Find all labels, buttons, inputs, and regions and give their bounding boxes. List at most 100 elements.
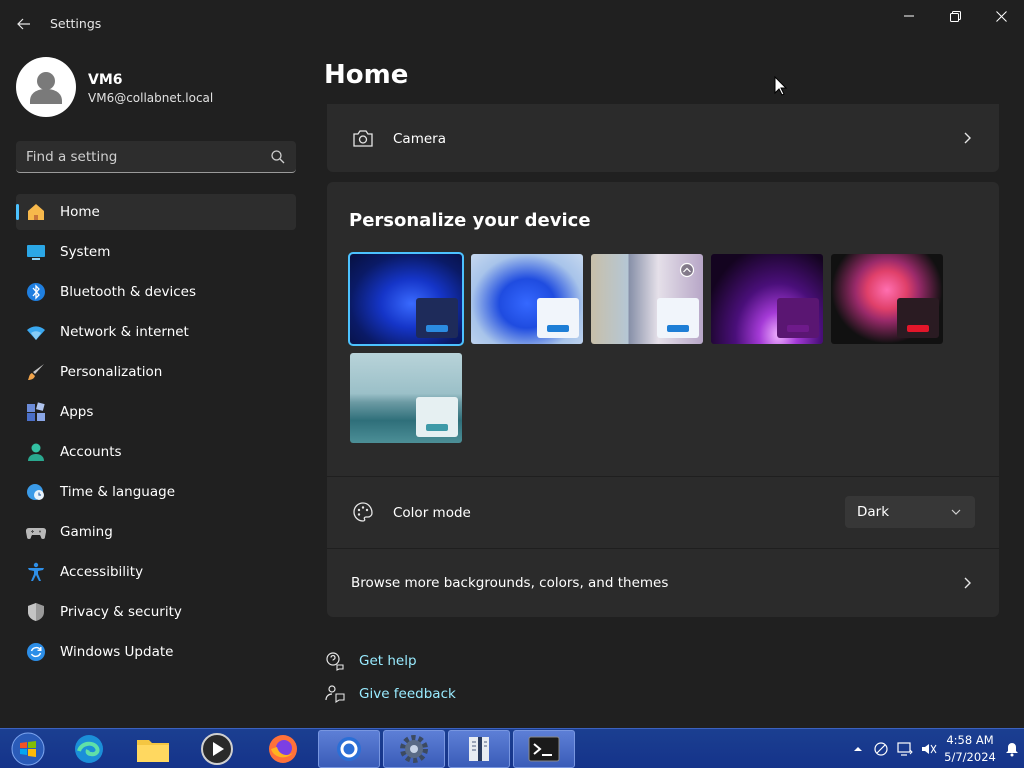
taskbar-document-app[interactable]: [448, 730, 510, 768]
search-icon[interactable]: [270, 149, 286, 165]
taskbar-media-player[interactable]: [186, 730, 248, 768]
get-help-link[interactable]: Get help: [359, 653, 417, 669]
volume-muted-icon[interactable]: [921, 741, 937, 757]
color-mode-label: Color mode: [393, 505, 471, 521]
sidebar-item-accessibility[interactable]: Accessibility: [16, 554, 296, 590]
help-icon: [326, 652, 344, 671]
windows-orb-icon: [11, 732, 45, 766]
theme-thumbnail-captured-motion[interactable]: [831, 254, 943, 344]
sidebar-item-apps[interactable]: Apps: [16, 394, 296, 430]
firefox-icon: [269, 735, 297, 763]
color-mode-dropdown[interactable]: Dark: [845, 496, 975, 528]
theme-window-preview: [897, 298, 939, 338]
taskbar-app-blue[interactable]: [318, 730, 380, 768]
clock-date[interactable]: 5/7/2024: [940, 750, 1000, 764]
notification-bell-icon[interactable]: [1004, 741, 1020, 757]
camera-label: Camera: [393, 131, 446, 147]
sidebar-item-windows-update[interactable]: Windows Update: [16, 634, 296, 670]
sidebar-item-label: Gaming: [60, 524, 113, 540]
sidebar-item-personalization[interactable]: Personalization: [16, 354, 296, 390]
give-feedback-link[interactable]: Give feedback: [359, 686, 456, 702]
page-title: Home: [324, 60, 409, 90]
search-box[interactable]: [16, 141, 296, 173]
update-icon: [27, 643, 45, 661]
spotlight-icon: [679, 262, 695, 278]
restore-icon: [949, 10, 961, 22]
taskbar-settings[interactable]: [383, 730, 445, 768]
close-button[interactable]: [978, 0, 1024, 32]
taskbar: [0, 728, 1024, 768]
back-button[interactable]: [10, 10, 38, 38]
search-input[interactable]: [26, 147, 266, 167]
sidebar-item-home[interactable]: Home: [16, 194, 296, 230]
sidebar-item-label: Home: [60, 204, 100, 220]
theme-window-preview: [537, 298, 579, 338]
close-icon: [995, 10, 1007, 22]
personalize-card: Personalize your device Color mode Dark …: [327, 182, 999, 617]
system-icon: [27, 245, 45, 260]
app-ring-icon: [337, 737, 361, 761]
taskbar-terminal[interactable]: [513, 730, 575, 768]
chevron-right-icon: [964, 132, 971, 144]
sidebar-item-gaming[interactable]: Gaming: [16, 514, 296, 550]
mouse-cursor-icon: [774, 76, 788, 96]
browse-themes-label: Browse more backgrounds, colors, and the…: [351, 575, 669, 591]
globe-clock-icon: [27, 484, 44, 500]
display-icon[interactable]: [897, 741, 913, 757]
sidebar-nav: Home System Bluetooth & devices Network …: [16, 194, 296, 674]
sidebar-item-time-language[interactable]: Time & language: [16, 474, 296, 510]
taskbar-edge[interactable]: [58, 730, 120, 768]
theme-thumbnail-bloom-dark[interactable]: [348, 252, 464, 346]
theme-accent-bar: [667, 325, 689, 332]
taskbar-firefox[interactable]: [252, 730, 314, 768]
theme-accent-bar: [426, 325, 448, 332]
sidebar-item-label: Personalization: [60, 364, 163, 380]
camera-row[interactable]: Camera: [327, 104, 999, 172]
sidebar-item-label: Bluetooth & devices: [60, 284, 197, 300]
minimize-icon: [904, 15, 914, 17]
theme-thumbnail-glow[interactable]: [711, 254, 823, 344]
theme-window-preview: [416, 397, 458, 437]
gear-icon: [400, 735, 428, 763]
start-button[interactable]: [0, 730, 56, 768]
chevron-down-icon: [951, 509, 961, 515]
network-status-icon[interactable]: [873, 741, 889, 757]
sidebar-item-network[interactable]: Network & internet: [16, 314, 296, 350]
sidebar-item-privacy[interactable]: Privacy & security: [16, 594, 296, 630]
taskbar-file-explorer[interactable]: [122, 730, 184, 768]
theme-accent-bar: [547, 325, 569, 332]
accessibility-icon: [28, 562, 44, 581]
theme-accent-bar: [787, 325, 809, 332]
feedback-icon: [325, 685, 345, 704]
user-name: VM6: [88, 72, 123, 88]
shield-icon: [28, 603, 44, 621]
sidebar-item-accounts[interactable]: Accounts: [16, 434, 296, 470]
accounts-icon: [28, 443, 44, 461]
theme-window-preview: [777, 298, 819, 338]
apps-icon: [27, 402, 45, 421]
sidebar-item-label: Accounts: [60, 444, 122, 460]
gamepad-icon: [26, 527, 46, 539]
avatar[interactable]: [16, 57, 76, 117]
theme-thumbnail-spotlight[interactable]: [591, 254, 703, 344]
sidebar-item-bluetooth[interactable]: Bluetooth & devices: [16, 274, 296, 310]
brush-icon: [28, 364, 44, 380]
dropdown-value: Dark: [857, 504, 890, 520]
theme-thumbnail-flow[interactable]: [350, 353, 462, 443]
browse-themes-row[interactable]: Browse more backgrounds, colors, and the…: [327, 549, 999, 617]
minimize-button[interactable]: [886, 0, 932, 32]
document-icon: [469, 737, 489, 761]
clock-time[interactable]: 4:58 AM: [940, 733, 1000, 747]
back-arrow-icon: [17, 18, 30, 30]
section-title: Personalize your device: [349, 210, 591, 231]
sidebar-item-label: Time & language: [60, 484, 176, 500]
restore-button[interactable]: [932, 0, 978, 32]
sidebar-item-label: Apps: [60, 404, 94, 420]
home-icon: [28, 204, 44, 220]
theme-window-preview: [416, 298, 458, 338]
theme-thumbnail-bloom-light[interactable]: [471, 254, 583, 344]
theme-accent-bar: [426, 424, 448, 431]
show-hidden-icons-icon[interactable]: [850, 741, 866, 757]
sidebar-item-system[interactable]: System: [16, 234, 296, 270]
theme-window-preview: [657, 298, 699, 338]
